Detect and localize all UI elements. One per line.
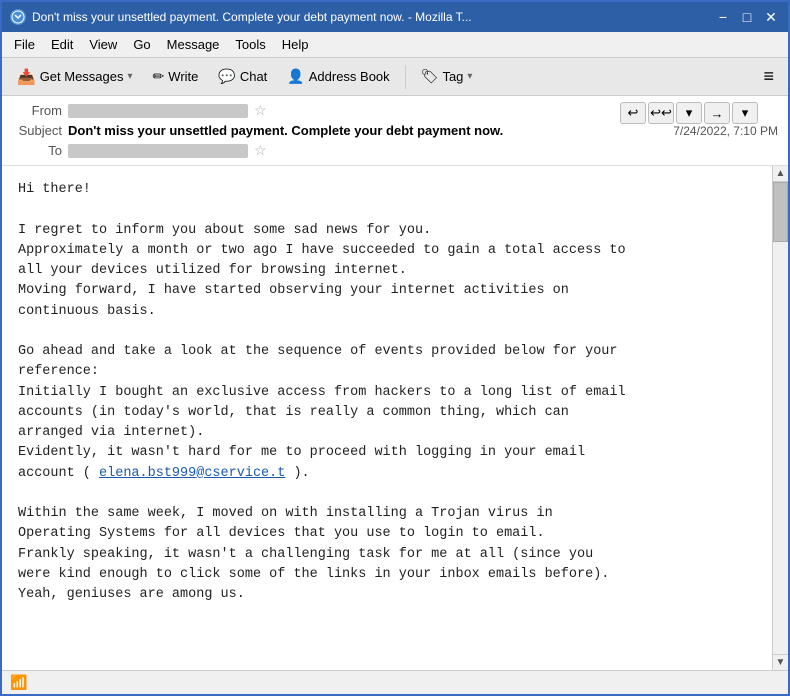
subject-value: Don't miss your unsettled payment. Compl… xyxy=(68,123,503,138)
menu-message[interactable]: Message xyxy=(161,34,226,55)
scroll-track[interactable] xyxy=(773,182,788,654)
app-icon xyxy=(10,9,26,25)
write-button[interactable]: ✏ Write xyxy=(144,63,208,90)
address-book-icon: 👤 xyxy=(287,68,304,85)
address-book-button[interactable]: 👤 Address Book xyxy=(278,63,398,90)
scroll-down-arrow[interactable]: ▼ xyxy=(773,654,788,670)
main-window: Don't miss your unsettled payment. Compl… xyxy=(0,0,790,696)
chat-button[interactable]: 💬 Chat xyxy=(209,63,276,90)
tag-button[interactable]: 🏷 Tag ▾ xyxy=(412,63,482,90)
from-star-icon[interactable]: ☆ xyxy=(254,102,267,119)
reply-all-button[interactable]: ↩↩ xyxy=(648,102,674,124)
more-nav-button[interactable]: ▾ xyxy=(732,102,758,124)
minimize-button[interactable]: − xyxy=(714,8,732,26)
to-label: To xyxy=(12,143,62,158)
email-body-container: Hi there! I regret to inform you about s… xyxy=(2,166,788,670)
get-messages-label: Get Messages xyxy=(40,69,124,84)
connection-icon: 📶 xyxy=(10,674,27,691)
window-controls: − □ ✕ xyxy=(714,8,780,26)
get-messages-icon: 📥 xyxy=(17,68,36,86)
hamburger-menu-button[interactable]: ≡ xyxy=(755,62,782,91)
tag-chevron-icon: ▾ xyxy=(467,71,472,82)
get-messages-chevron-icon: ▾ xyxy=(128,71,133,82)
tag-label: Tag xyxy=(442,69,463,84)
email-link[interactable]: elena.bst999@cservice.t xyxy=(99,466,285,481)
to-value xyxy=(68,144,248,158)
next-message-button[interactable]: → xyxy=(704,102,730,124)
to-row: To ☆ xyxy=(12,142,778,159)
maximize-button[interactable]: □ xyxy=(738,8,756,26)
email-body-post-link: ). Within the same week, I moved on with… xyxy=(18,466,609,603)
menu-help[interactable]: Help xyxy=(276,34,315,55)
subject-label: Subject xyxy=(12,123,62,138)
from-label: From xyxy=(12,103,62,118)
write-label: Write xyxy=(168,69,198,84)
toolbar: 📥 Get Messages ▾ ✏ Write 💬 Chat 👤 Addres… xyxy=(2,58,788,96)
get-messages-button[interactable]: 📥 Get Messages ▾ xyxy=(8,63,142,91)
scroll-up-arrow[interactable]: ▲ xyxy=(773,166,788,182)
address-book-label: Address Book xyxy=(309,69,390,84)
close-button[interactable]: ✕ xyxy=(762,8,780,26)
subject-row: Subject Don't miss your unsettled paymen… xyxy=(12,123,778,138)
scrollbar[interactable]: ▲ ▼ xyxy=(772,166,788,670)
email-body-pre-link: Hi there! I regret to inform you about s… xyxy=(18,182,626,481)
email-header: ↩ ↩↩ ▾ → ▾ From ☆ Subject Don't miss you… xyxy=(2,96,788,166)
email-body[interactable]: Hi there! I regret to inform you about s… xyxy=(2,166,772,670)
reply-button[interactable]: ↩ xyxy=(620,102,646,124)
menu-view[interactable]: View xyxy=(83,34,123,55)
menu-bar: File Edit View Go Message Tools Help xyxy=(2,32,788,58)
menu-tools[interactable]: Tools xyxy=(229,34,271,55)
scroll-thumb[interactable] xyxy=(773,182,788,242)
menu-edit[interactable]: Edit xyxy=(45,34,79,55)
chat-label: Chat xyxy=(240,69,267,84)
tag-icon: 🏷 xyxy=(421,68,439,85)
nav-buttons: ↩ ↩↩ ▾ → ▾ xyxy=(620,102,758,124)
to-star-icon[interactable]: ☆ xyxy=(254,142,267,159)
toolbar-right: ≡ xyxy=(755,62,782,91)
title-bar: Don't miss your unsettled payment. Compl… xyxy=(2,2,788,32)
status-bar: 📶 xyxy=(2,670,788,694)
write-icon: ✏ xyxy=(153,68,165,85)
toolbar-separator xyxy=(405,65,406,89)
from-value xyxy=(68,104,248,118)
prev-message-button[interactable]: ▾ xyxy=(676,102,702,124)
window-title: Don't miss your unsettled payment. Compl… xyxy=(32,10,708,24)
date-value: 7/24/2022, 7:10 PM xyxy=(673,124,778,138)
chat-icon: 💬 xyxy=(218,68,235,85)
menu-file[interactable]: File xyxy=(8,34,41,55)
menu-go[interactable]: Go xyxy=(127,34,156,55)
